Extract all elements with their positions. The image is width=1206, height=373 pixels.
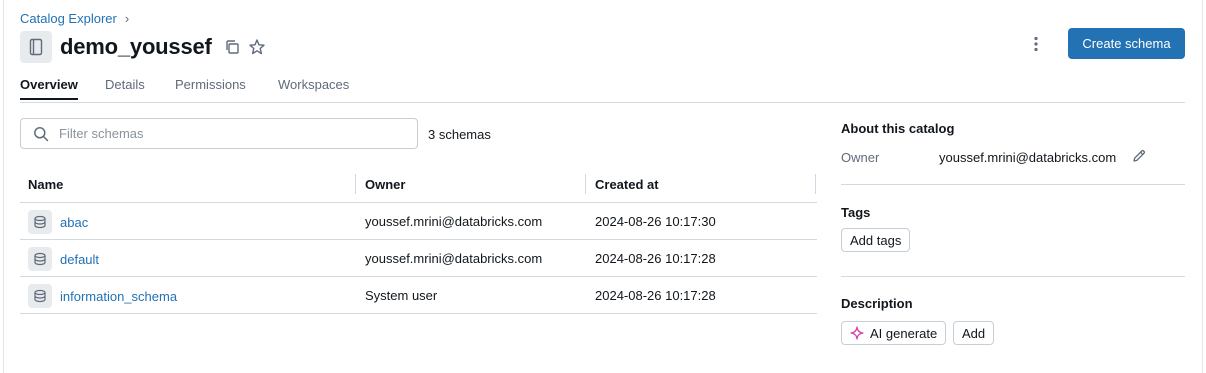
created-at-cell: 2024-08-26 10:17:30 <box>595 214 716 229</box>
tab-details[interactable]: Details <box>105 77 145 98</box>
ai-generate-label: AI generate <box>870 325 938 341</box>
created-at-cell: 2024-08-26 10:17:28 <box>595 288 716 303</box>
column-divider[interactable] <box>355 174 356 194</box>
column-header-name[interactable]: Name <box>28 177 63 192</box>
table-row[interactable]: default youssef.mrini@databricks.com 202… <box>20 240 817 277</box>
panel-right-border <box>1202 0 1203 373</box>
schema-name-cell: default <box>28 247 99 271</box>
sparkle-icon <box>850 326 864 340</box>
filter-schemas-input[interactable] <box>57 125 391 142</box>
created-at-cell: 2024-08-26 10:17:28 <box>595 251 716 266</box>
schema-link[interactable]: abac <box>60 215 88 230</box>
about-heading: About this catalog <box>841 121 955 136</box>
ai-generate-button[interactable]: AI generate <box>841 321 947 345</box>
schema-link[interactable]: default <box>60 252 99 267</box>
table-row[interactable]: abac youssef.mrini@databricks.com 2024-0… <box>20 203 817 240</box>
breadcrumb: Catalog Explorer › <box>20 11 129 26</box>
catalog-icon <box>20 31 52 63</box>
owner-cell: youssef.mrini@databricks.com <box>365 214 543 229</box>
divider <box>841 276 1185 277</box>
owner-cell: youssef.mrini@databricks.com <box>365 251 543 266</box>
tab-bar: Overview Details Permissions Workspaces <box>20 77 1185 103</box>
table-row[interactable]: information_schema System user 2024-08-2… <box>20 277 817 314</box>
panel-left-border <box>3 0 4 373</box>
column-header-created-at[interactable]: Created at <box>595 177 659 192</box>
add-description-button[interactable]: Add <box>953 321 995 345</box>
table-header: Name Owner Created at <box>20 170 817 203</box>
tab-overview[interactable]: Overview <box>20 77 78 100</box>
title-row: demo_youssef <box>20 31 266 63</box>
divider <box>841 184 1185 185</box>
tab-workspaces[interactable]: Workspaces <box>278 77 349 98</box>
tab-permissions[interactable]: Permissions <box>175 77 246 98</box>
edit-owner-pencil-icon[interactable] <box>1131 148 1147 169</box>
add-tags-button[interactable]: Add tags <box>841 228 911 252</box>
database-icon <box>28 284 52 308</box>
kebab-menu-icon[interactable] <box>1026 34 1046 54</box>
column-divider[interactable] <box>815 174 816 194</box>
tags-heading: Tags <box>841 205 871 220</box>
owner-cell: System user <box>365 288 438 303</box>
schemas-table: Name Owner Created at abac youssef.mrini… <box>20 170 817 314</box>
column-header-owner[interactable]: Owner <box>365 177 405 192</box>
filter-box <box>20 118 418 149</box>
description-heading: Description <box>841 296 913 311</box>
create-schema-button[interactable]: Create schema <box>1068 28 1185 59</box>
database-icon <box>28 210 52 234</box>
search-icon <box>33 126 49 142</box>
schema-link[interactable]: information_schema <box>60 289 177 304</box>
copy-icon[interactable] <box>224 39 240 55</box>
star-icon[interactable] <box>248 38 266 56</box>
schema-name-cell: information_schema <box>28 284 177 308</box>
breadcrumb-catalog-explorer[interactable]: Catalog Explorer <box>20 11 117 26</box>
column-divider[interactable] <box>585 174 586 194</box>
owner-value: youssef.mrini@databricks.com <box>939 150 1117 165</box>
owner-label: Owner <box>841 150 880 165</box>
schema-count: 3 schemas <box>428 127 491 142</box>
breadcrumb-separator: › <box>124 11 130 26</box>
schema-name-cell: abac <box>28 210 88 234</box>
page-title: demo_youssef <box>60 34 212 59</box>
database-icon <box>28 247 52 271</box>
